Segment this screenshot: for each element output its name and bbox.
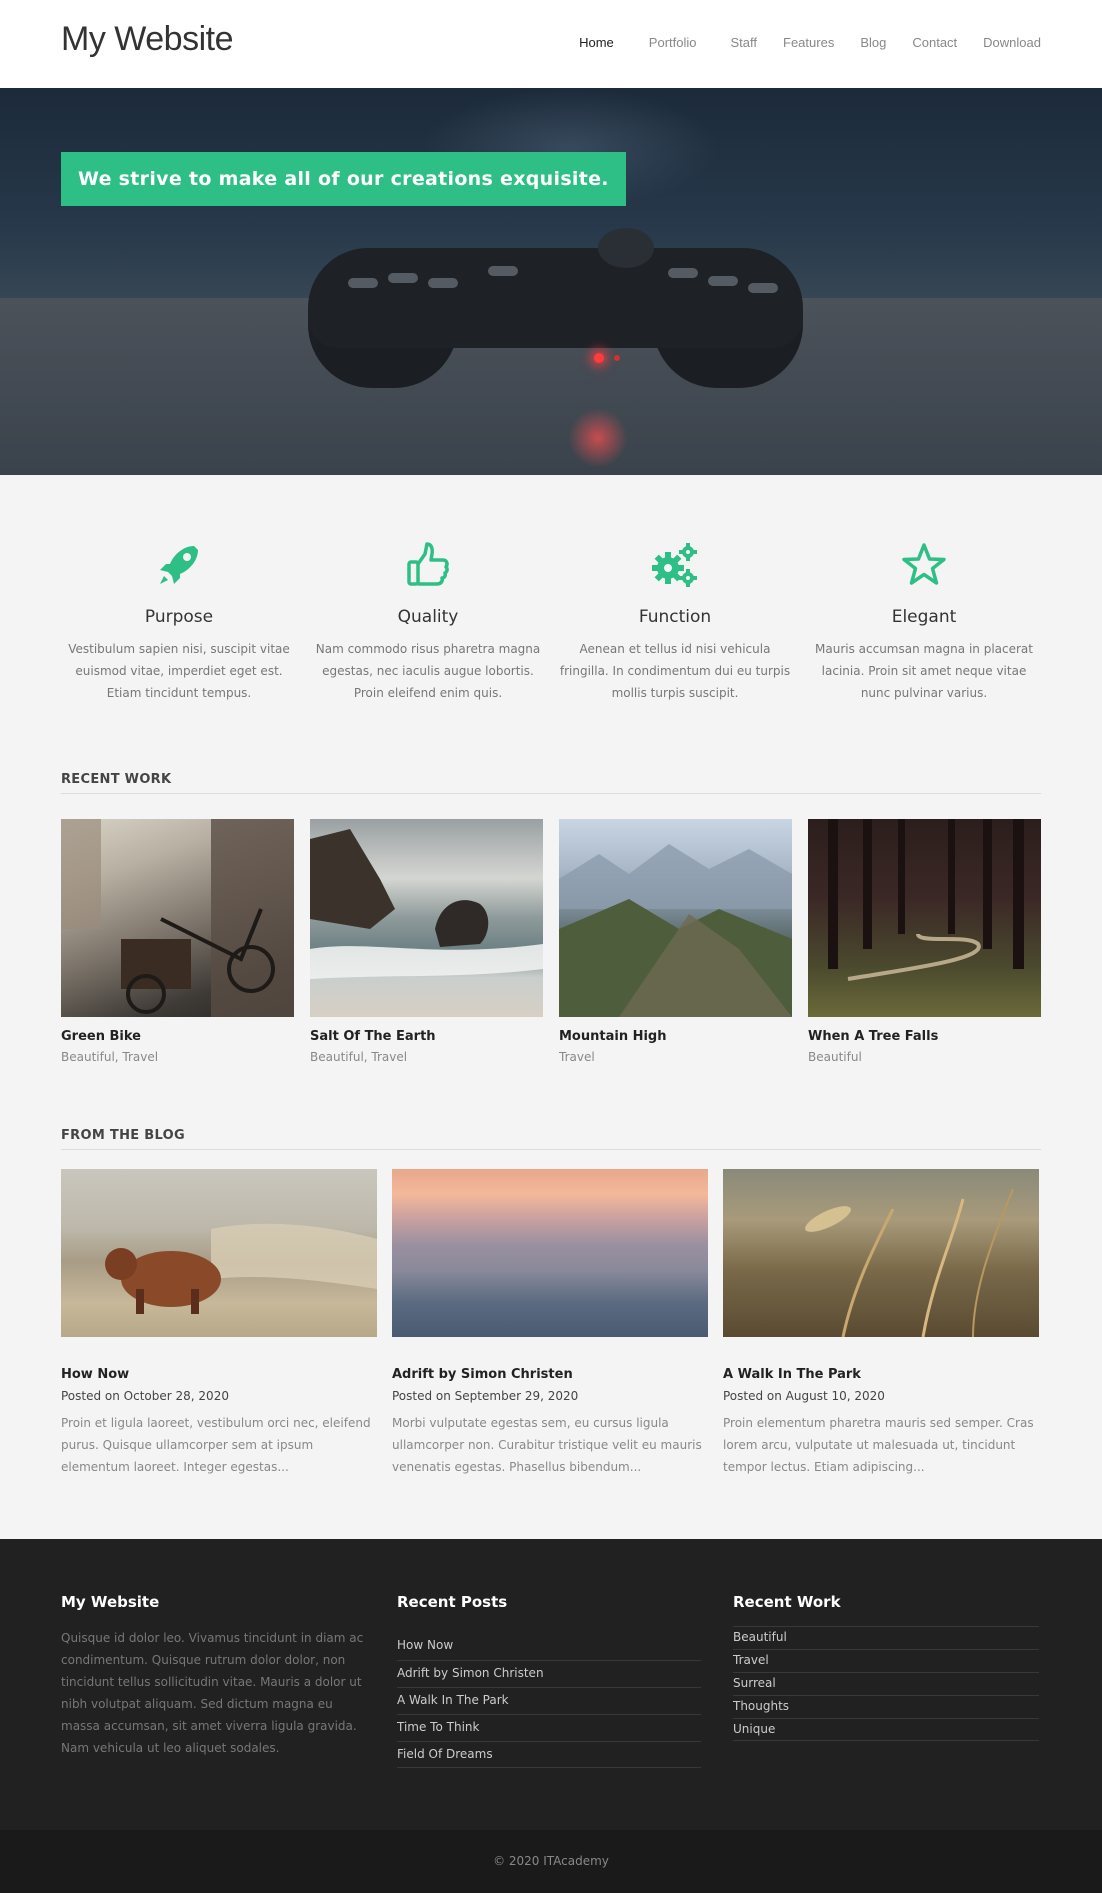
footer-about-heading: My Website — [61, 1593, 160, 1611]
work-categories: Beautiful, Travel — [310, 1050, 408, 1064]
work-title[interactable]: When A Tree Falls — [808, 1029, 1041, 1044]
nav-download[interactable]: Download — [983, 35, 1041, 50]
blog-post: How Now Posted on October 28, 2020 Proin… — [61, 1169, 377, 1478]
feature-title: Quality — [397, 607, 459, 627]
work-title[interactable]: Mountain High — [559, 1029, 792, 1044]
post-excerpt: Proin elementum pharetra mauris sed semp… — [723, 1416, 1034, 1474]
feature-text: Mauris accumsan magna in placerat lacini… — [815, 642, 1033, 700]
footer-recent-posts-heading: Recent Posts — [397, 1593, 508, 1611]
thumbs-up-icon — [403, 540, 453, 590]
work-title[interactable]: Salt Of The Earth — [310, 1029, 543, 1044]
post-title[interactable]: Adrift by Simon Christen — [392, 1367, 708, 1382]
footer-category-link[interactable]: Surreal — [733, 1672, 1039, 1695]
footer-category-link[interactable]: Travel — [733, 1649, 1039, 1672]
site-logo[interactable]: My Website — [61, 20, 233, 59]
footer-category-link[interactable]: Unique — [733, 1718, 1039, 1741]
work-item[interactable]: When A Tree Falls Beautiful — [808, 819, 1041, 1064]
post-date: Posted on September 29, 2020 — [392, 1389, 579, 1403]
post-date: Posted on August 10, 2020 — [723, 1389, 885, 1403]
feature-text: Aenean et tellus id nisi vehicula fringi… — [559, 642, 791, 700]
footer-category-link[interactable]: Thoughts — [733, 1695, 1039, 1718]
feature-purpose: Purpose Vestibulum sapien nisi, suscipit… — [61, 540, 297, 704]
footer-recent-work-heading: Recent Work — [733, 1593, 841, 1611]
recent-work-heading: RECENT WORK — [61, 772, 1041, 794]
work-categories: Travel — [559, 1050, 595, 1064]
blog-heading: FROM THE BLOG — [61, 1128, 1041, 1150]
footer-about-text: Quisque id dolor leo. Vivamus tincidunt … — [61, 1631, 364, 1755]
footer-category-link[interactable]: Beautiful — [733, 1626, 1039, 1649]
rocket-icon — [154, 540, 204, 590]
feature-title: Elegant — [891, 607, 957, 627]
work-item[interactable]: Green Bike Beautiful, Travel — [61, 819, 294, 1064]
copyright-text: © 2020 ITAcademy — [493, 1854, 609, 1868]
footer-post-link[interactable]: Adrift by Simon Christen — [397, 1660, 701, 1687]
site-footer: My Website Quisque id dolor leo. Vivamus… — [0, 1539, 1102, 1830]
nav-blog[interactable]: Blog — [860, 35, 886, 50]
main-nav: Home Portfolio Staff Features Blog Conta… — [553, 35, 1041, 50]
footer-post-link[interactable]: Time To Think — [397, 1714, 701, 1741]
work-thumbnail[interactable] — [559, 819, 792, 1017]
footer-about: My Website Quisque id dolor leo. Vivamus… — [61, 1593, 371, 1759]
nav-staff[interactable]: Staff — [731, 35, 758, 50]
feature-title: Function — [638, 607, 712, 627]
star-icon — [899, 540, 949, 590]
work-thumbnail[interactable] — [310, 819, 543, 1017]
work-categories: Beautiful — [808, 1050, 862, 1064]
feature-text: Nam commodo risus pharetra magna egestas… — [315, 642, 541, 700]
footer-post-link[interactable]: Field Of Dreams — [397, 1741, 701, 1768]
feature-elegant: Elegant Mauris accumsan magna in placera… — [806, 540, 1042, 704]
work-categories: Beautiful, Travel — [61, 1050, 159, 1064]
gears-icon — [650, 540, 700, 590]
hero-tagline: We strive to make all of our creations e… — [61, 152, 626, 206]
work-thumbnail[interactable] — [808, 819, 1041, 1017]
feature-quality: Quality Nam commodo risus pharetra magna… — [310, 540, 546, 704]
post-excerpt: Morbi vulputate egestas sem, eu cursus l… — [392, 1416, 702, 1474]
post-thumbnail[interactable] — [392, 1169, 708, 1337]
work-item[interactable]: Salt Of The Earth Beautiful, Travel — [310, 819, 543, 1064]
hero-banner-image: We strive to make all of our creations e… — [0, 88, 1102, 475]
site-header: My Website Home Portfolio Staff Features… — [0, 0, 1102, 88]
blog-post: Adrift by Simon Christen Posted on Septe… — [392, 1169, 708, 1478]
work-title[interactable]: Green Bike — [61, 1029, 294, 1044]
feature-text: Vestibulum sapien nisi, suscipit vitae e… — [68, 642, 290, 700]
nav-contact[interactable]: Contact — [912, 35, 957, 50]
work-thumbnail[interactable] — [61, 819, 294, 1017]
footer-post-link[interactable]: How Now — [397, 1633, 701, 1660]
copyright-bar: © 2020 ITAcademy — [0, 1830, 1102, 1893]
feature-title: Purpose — [144, 607, 214, 627]
footer-post-link[interactable]: A Walk In The Park — [397, 1687, 701, 1714]
post-thumbnail[interactable] — [723, 1169, 1039, 1338]
work-item[interactable]: Mountain High Travel — [559, 819, 792, 1064]
footer-recent-posts: Recent Posts How Now Adrift by Simon Chr… — [397, 1593, 701, 1768]
post-thumbnail[interactable] — [61, 1169, 377, 1337]
game-controller-image — [308, 228, 803, 398]
nav-home[interactable]: Home — [579, 35, 614, 50]
post-date: Posted on October 28, 2020 — [61, 1389, 229, 1403]
blog-post: A Walk In The Park Posted on August 10, … — [723, 1169, 1039, 1478]
post-title[interactable]: How Now — [61, 1367, 377, 1382]
nav-features[interactable]: Features — [783, 35, 834, 50]
footer-recent-work: Recent Work Beautiful Travel Surreal Tho… — [733, 1593, 1039, 1741]
post-title[interactable]: A Walk In The Park — [723, 1367, 1039, 1382]
feature-function: Function Aenean et tellus id nisi vehicu… — [557, 540, 793, 704]
nav-portfolio[interactable]: Portfolio — [649, 35, 697, 50]
post-excerpt: Proin et ligula laoreet, vestibulum orci… — [61, 1416, 371, 1474]
